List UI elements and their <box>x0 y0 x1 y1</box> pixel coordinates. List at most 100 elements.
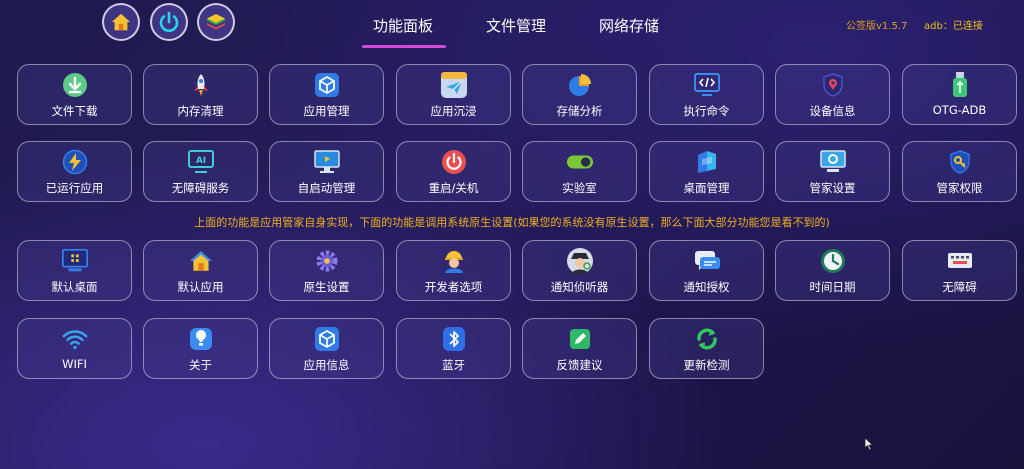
home-button[interactable] <box>102 3 140 41</box>
lab-button[interactable]: 实验室 <box>522 141 637 202</box>
version-label: 公签版v1.5.7 <box>846 21 908 32</box>
code-monitor-icon <box>694 73 720 96</box>
mouse-cursor-icon <box>864 437 874 451</box>
autostart-management-button[interactable]: 自启动管理 <box>269 141 384 202</box>
tile-label: 无障碍 <box>942 280 977 294</box>
tile-label: 应用管理 <box>303 104 350 118</box>
file-download-button[interactable]: 文件下载 <box>17 64 132 125</box>
about-button[interactable]: 关于 <box>143 318 258 379</box>
tile-label: 关于 <box>189 358 212 372</box>
rocket-icon <box>194 74 208 96</box>
manager-settings-button[interactable]: 管家设置 <box>775 141 890 202</box>
detective-icon <box>567 248 593 274</box>
tab-function-panel[interactable]: 功能面板 <box>373 15 433 36</box>
tile-label: 更新检测 <box>683 358 730 372</box>
tile-label: 管家设置 <box>809 181 856 195</box>
cube-icon <box>315 73 339 97</box>
refresh-icon <box>697 328 717 350</box>
storage-analysis-button[interactable]: 存储分析 <box>522 64 637 125</box>
tile-label: 自启动管理 <box>297 181 356 195</box>
key-shield-icon <box>950 150 970 174</box>
desktop-management-button[interactable]: 桌面管理 <box>649 141 764 202</box>
tile-label: OTG-ADB <box>932 103 987 117</box>
running-apps-button[interactable]: 已运行应用 <box>17 141 132 202</box>
layers-icon <box>206 14 226 30</box>
accessibility-button[interactable]: 无障碍 <box>902 240 1017 301</box>
usb-icon <box>953 72 967 97</box>
power-button[interactable] <box>150 3 188 41</box>
lightning-icon <box>62 149 88 175</box>
developer-options-button[interactable]: 开发者选项 <box>396 240 511 301</box>
tile-label: WIFI <box>62 357 87 371</box>
feedback-button[interactable]: 反馈建议 <box>522 318 637 379</box>
gear-icon <box>316 250 338 272</box>
location-shield-icon <box>823 73 843 97</box>
tab-network-storage[interactable]: 网络存储 <box>599 15 659 36</box>
cube-icon <box>315 327 339 351</box>
download-icon <box>63 73 87 97</box>
system-settings-notice: 上面的功能是应用管家自身实现，下面的功能是调用系统原生设置(如果您的系统没有原生… <box>194 216 830 229</box>
chat-icon <box>695 251 720 270</box>
accessibility-service-button[interactable]: AI 无障碍服务 <box>143 141 258 202</box>
ai-monitor-icon: AI <box>188 150 214 173</box>
date-time-button[interactable]: 时间日期 <box>775 240 890 301</box>
notification-listener-button[interactable]: 通知侦听器 <box>522 240 637 301</box>
check-update-button[interactable]: 更新检测 <box>649 318 764 379</box>
tile-label: 文件下载 <box>51 104 98 118</box>
tile-label: 内存清理 <box>177 104 224 118</box>
power-icon <box>442 150 466 174</box>
tile-label: 开发者选项 <box>424 280 483 294</box>
wifi-icon <box>62 330 88 350</box>
tab-file-management[interactable]: 文件管理 <box>486 15 546 36</box>
worker-icon <box>445 251 463 273</box>
tile-label: 应用沉浸 <box>430 104 477 118</box>
wifi-button[interactable]: WIFI <box>17 318 132 379</box>
app-immersion-button[interactable]: 应用沉浸 <box>396 64 511 125</box>
tile-label: 应用信息 <box>303 358 350 372</box>
tile-label: 默认应用 <box>177 280 224 294</box>
default-desktop-button[interactable]: 默认桌面 <box>17 240 132 301</box>
paper-plane-icon <box>441 72 467 98</box>
desktop-icon <box>314 150 340 173</box>
default-desktop-icon <box>62 248 88 272</box>
tile-label: 默认桌面 <box>51 280 98 294</box>
manager-permissions-button[interactable]: 管家权限 <box>902 141 1017 202</box>
svg-text:AI: AI <box>196 156 206 166</box>
tile-label: 蓝牙 <box>442 358 465 372</box>
tile-label: 设备信息 <box>809 104 856 118</box>
toggle-icon <box>566 155 594 169</box>
tile-label: 执行命令 <box>683 104 730 118</box>
home-icon <box>111 13 131 31</box>
device-info-button[interactable]: 设备信息 <box>775 64 890 125</box>
home-icon <box>190 251 212 271</box>
active-tab-indicator <box>362 45 446 48</box>
default-apps-button[interactable]: 默认应用 <box>143 240 258 301</box>
tile-label: 时间日期 <box>809 280 856 294</box>
tile-label: 实验室 <box>562 181 597 195</box>
layers-button[interactable] <box>197 3 235 41</box>
restart-shutdown-button[interactable]: 重启/关机 <box>396 141 511 202</box>
native-settings-button[interactable]: 原生设置 <box>269 240 384 301</box>
edit-icon <box>570 329 590 349</box>
tile-label: 通知授权 <box>683 280 730 294</box>
otg-adb-button[interactable]: OTG-ADB <box>902 64 1017 125</box>
app-management-button[interactable]: 应用管理 <box>269 64 384 125</box>
tile-label: 桌面管理 <box>683 181 730 195</box>
tile-label: 重启/关机 <box>428 181 479 195</box>
info-badge-icon <box>190 328 212 350</box>
tile-label: 反馈建议 <box>556 358 603 372</box>
clock-icon <box>821 249 845 273</box>
tile-label: 管家权限 <box>936 181 983 195</box>
notification-authorization-button[interactable]: 通知授权 <box>649 240 764 301</box>
tile-label: 已运行应用 <box>45 181 104 195</box>
bluetooth-button[interactable]: 蓝牙 <box>396 318 511 379</box>
execute-command-button[interactable]: 执行命令 <box>649 64 764 125</box>
tile-label: 无障碍服务 <box>171 181 230 195</box>
settings-monitor-icon <box>820 150 846 172</box>
bluetooth-icon <box>443 327 465 351</box>
tile-label: 存储分析 <box>556 104 603 118</box>
keyboard-icon <box>948 253 972 268</box>
power-icon <box>159 11 179 32</box>
memory-clean-button[interactable]: 内存清理 <box>143 64 258 125</box>
app-info-button[interactable]: 应用信息 <box>269 318 384 379</box>
